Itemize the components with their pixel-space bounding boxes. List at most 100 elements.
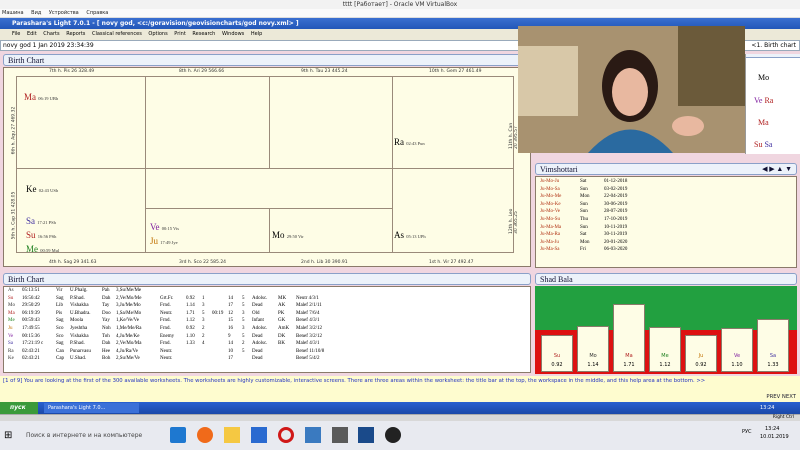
house-cell[interactable] xyxy=(392,76,514,169)
menu-options[interactable]: Options xyxy=(148,31,167,37)
shad-bala-bar[interactable]: Ju 0.92 xyxy=(685,335,717,372)
house-header-8: 8th h. Ari 29 566.66 xyxy=(179,69,225,74)
help-prev-next[interactable]: PREV NEXT xyxy=(766,394,796,401)
birth-table[interactable]: As 05:13:51 Vir U.Phalg. Pah 3,Su/Me/Me Su 16:5… xyxy=(3,286,531,373)
dasha-row[interactable]: Ju-Mo-Ke Sun 30-06-2019 xyxy=(540,201,792,209)
table-cell: 2 xyxy=(202,333,205,339)
planet-mars[interactable]: Ma 06:19 UBh xyxy=(24,92,58,102)
table-cell: Doo xyxy=(102,310,111,316)
house-cell[interactable] xyxy=(16,168,146,253)
menu-charts[interactable]: Charts xyxy=(43,31,59,37)
dasha-row[interactable]: Ju-Ma-Sa Fri 06-03-2020 xyxy=(540,246,792,254)
shad-bala-bar[interactable]: Su 0.92 xyxy=(541,335,573,372)
virtualbox-icon[interactable] xyxy=(331,427,348,443)
planet-jupiter[interactable]: Ju 17:49 Jye xyxy=(150,236,178,246)
table-cell: Sag xyxy=(56,318,64,324)
dasha-row[interactable]: Ju-Ma-Ju Mon 20-01-2020 xyxy=(540,239,792,247)
opera-icon[interactable] xyxy=(277,427,294,443)
dasha-period: Ju-Ma-Ma xyxy=(540,224,562,230)
vbox-menu-help[interactable]: Справка xyxy=(86,10,108,16)
side-item[interactable]: Ve Ra xyxy=(754,96,773,105)
house-cell[interactable] xyxy=(392,168,514,253)
house-cell[interactable] xyxy=(16,76,146,169)
host-lang[interactable]: РУС xyxy=(742,429,752,435)
house-header-9: 9th h. Tau 23 445.24 xyxy=(301,69,348,74)
remote-icon[interactable] xyxy=(358,427,375,443)
table-row[interactable]: As 05:13:51 Vir U.Phalg. Pah 3,Su/Me/Me xyxy=(8,287,526,295)
planet-info: 00:59 Mul xyxy=(40,248,60,253)
shad-bala-bar[interactable]: Ma 1.71 xyxy=(613,303,645,372)
planet-sun[interactable]: Su 16:56 PSh xyxy=(26,230,56,240)
ascendant[interactable]: As 05:13 UPh xyxy=(394,230,426,240)
table-cell: 2 xyxy=(242,341,245,347)
vbox-menu-devices[interactable]: Устройства xyxy=(49,10,79,16)
dasha-row[interactable]: Ju-Ma-Ra Sat 30-11-2019 xyxy=(540,231,792,239)
menu-research[interactable]: Research xyxy=(192,31,215,37)
table-cell: Malef 4/3/1 xyxy=(296,341,320,347)
table-row[interactable]: Ma 06:19:39 Pis U.Bhadra. Doo 1,Sa/Me/Mo Neutr… xyxy=(8,310,526,318)
planet-abbr: Mo xyxy=(272,230,285,240)
menu-windows[interactable]: Windows xyxy=(222,31,244,37)
table-row[interactable]: Mo 29:50:29 Lib Vishakha Tay 3,Ju/Me/Mo Frnd. 1… xyxy=(8,302,526,310)
planet-saturn[interactable]: Sa 17:21 PSh xyxy=(26,216,56,226)
planet-mercury[interactable]: Me 00:59 Mul xyxy=(26,244,59,254)
vbox-menu-view[interactable]: Вид xyxy=(31,10,41,16)
taskbar-app-button[interactable]: Parashara's Light 7.0... xyxy=(44,403,139,413)
host-search[interactable]: Поиск в интернете и на компьютере xyxy=(26,432,142,439)
birth-chart-nav[interactable]: <1. Birth chart xyxy=(751,41,796,51)
house-cell[interactable] xyxy=(269,76,393,169)
menu-file[interactable]: File xyxy=(12,31,20,37)
obs-icon[interactable] xyxy=(385,427,402,443)
dasha-row[interactable]: Ju-Mo-Me Mon 22-04-2019 xyxy=(540,193,792,201)
firefox-icon[interactable] xyxy=(196,427,213,443)
store-icon[interactable] xyxy=(250,427,267,443)
side-item[interactable]: Ma xyxy=(758,118,769,127)
house-cell[interactable] xyxy=(145,76,270,169)
dasha-row[interactable]: Ju-Mo-Su Thu 17-10-2019 xyxy=(540,216,792,224)
planet-moon[interactable]: Mo 29:50 Vir xyxy=(272,230,304,240)
shad-bala-bar[interactable]: Me 1.12 xyxy=(649,327,681,372)
dasha-row[interactable]: Ju-Mo-Ve Sun 28-07-2019 xyxy=(540,208,792,216)
planet-rahu[interactable]: Ra 02:43 Pun xyxy=(394,137,425,147)
dasha-period: Ju-Ma-Ju xyxy=(540,239,559,245)
side-item[interactable]: Mo xyxy=(758,73,769,82)
table-row[interactable]: Su 16:56:42 Sag P.Shad. Dah 2,Ve/Mo/Me Grt.Fr.… xyxy=(8,295,526,303)
table-row[interactable]: Me 00:59:43 Sag Moola Yay 1,Ke/Ve/Ve Frnd. 1.12… xyxy=(8,317,526,325)
table-cell: 14 xyxy=(228,341,233,347)
table-row[interactable]: Ju 17:49:55 Sco Jyeshtha Noh 1,Me/Me/Ra Frnd. 0… xyxy=(8,325,526,333)
shad-bala-title: Shad Bala xyxy=(540,275,573,284)
menu-reports[interactable]: Reports xyxy=(66,31,85,37)
start-button[interactable]: пуск xyxy=(0,402,38,414)
word-icon[interactable] xyxy=(304,427,321,443)
table-row[interactable]: Ra 02:43:21 Can Punarvasu Hee 4,Ju/Ra/Ve Neutr… xyxy=(8,348,526,356)
table-cell: U.Shad. xyxy=(70,356,87,362)
menu-print[interactable]: Print xyxy=(174,31,186,37)
table-cell: Dead xyxy=(252,303,263,309)
planet-ketu[interactable]: Ke 02:43 USh xyxy=(26,184,58,194)
dasha-row[interactable]: Ju-Ma-Ma Sun 10-11-2019 xyxy=(540,224,792,232)
table-cell: 17:49:55 xyxy=(22,325,40,331)
menu-edit[interactable]: Edit xyxy=(27,31,37,37)
menu-classical-references[interactable]: Classical references xyxy=(92,31,142,37)
shad-bala-bar[interactable]: Ve 1.10 xyxy=(721,328,753,372)
menu-help[interactable]: Help xyxy=(251,31,262,37)
side-item[interactable]: Su Sa xyxy=(754,140,772,149)
table-row[interactable]: Ke 02:43:21 Cap U.Shad. Boh 2,Su/Me/Ve Neutr. 1… xyxy=(8,355,526,363)
table-row[interactable]: Ve 00:15:36 Sco Vishakha Toh 4,Ju/Me/Ke Enemy 1… xyxy=(8,333,526,341)
table-row[interactable]: Sa 17:21:19 c Sag P.Shad. Dah 2,Ve/Mo/Ma Frnd.… xyxy=(8,340,526,348)
vbox-menu-machine[interactable]: Машина xyxy=(2,10,24,16)
ie-icon[interactable] xyxy=(170,427,186,443)
birth-chart-grid[interactable]: 7th h. Pis 26 328.49 8th h. Ari 29 566.6… xyxy=(3,67,531,267)
vimshottari-nav-arrows[interactable]: ◀ ▶ ▲ ▼ xyxy=(762,164,792,175)
dasha-row[interactable]: Ju-Mo-Sa Sun 03-02-2019 xyxy=(540,186,792,194)
shad-bala-bar[interactable]: Mo 1.14 xyxy=(577,326,609,372)
side-planet-list: Mo Ve Ra Ma Su Sa xyxy=(745,54,800,154)
folder-icon[interactable] xyxy=(223,427,240,443)
vimshottari-list[interactable]: Ju-Mo-Ju Sat 01-12-2018 Ju-Mo-Sa Sun 03-02-20… xyxy=(535,176,797,268)
shad-bala-bar[interactable]: Sa 1.33 xyxy=(757,318,789,372)
windows-start-icon[interactable]: ⊞ xyxy=(4,430,12,441)
table-cell: Grt.Fr. xyxy=(160,295,174,301)
table-cell: 12 xyxy=(228,310,233,316)
dasha-row[interactable]: Ju-Mo-Ju Sat 01-12-2018 xyxy=(540,178,792,186)
planet-venus[interactable]: Ve 00:15 Vis xyxy=(150,222,179,232)
